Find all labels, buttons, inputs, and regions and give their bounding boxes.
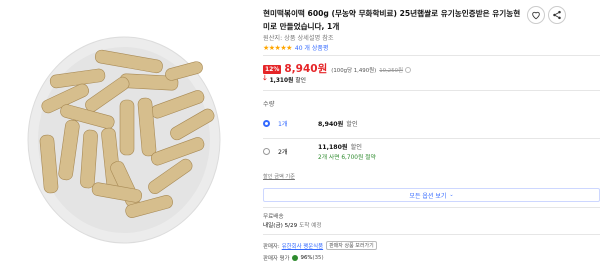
- coupon-discount: 🡓 1,310원 할인: [263, 74, 306, 85]
- delivery-date-note: 도착 예정: [299, 223, 322, 229]
- review-count-link[interactable]: 40 개 상품평: [295, 43, 329, 52]
- all-options-label: 모든 옵션 보기: [409, 192, 447, 200]
- chevron-down-icon: ⌄: [449, 192, 454, 198]
- option-name: 2개: [278, 149, 288, 156]
- quantity-label: 수량: [263, 101, 275, 108]
- seller-products-button[interactable]: 판매자 상품 보러가기: [326, 241, 377, 250]
- divider: [263, 55, 600, 56]
- divider: [263, 234, 600, 235]
- heart-icon: [532, 11, 540, 20]
- delivery-date-value: 내일(금) 5/29: [263, 223, 298, 229]
- share-button[interactable]: [548, 6, 566, 24]
- seller-rating-label: 판매자 평가: [263, 256, 290, 262]
- divider: [263, 90, 600, 91]
- info-icon[interactable]: [405, 67, 412, 73]
- share-icon: [553, 10, 561, 20]
- delivery-date: 내일(금) 5/29 도착 예정: [263, 221, 322, 229]
- product-title: 현미떡볶이떡 600g (무농약 무화학비료) 25년햅쌀로 유기농인증받은 유…: [263, 9, 521, 31]
- seller-rating-row: 판매자 평가 96% (35): [263, 254, 324, 262]
- seller-name-link[interactable]: 유한회사 팽운식품: [282, 242, 323, 250]
- unit-price: (100g당 1,490원): [331, 68, 377, 74]
- discount-badge: 12%: [263, 65, 282, 74]
- coupon-label: 할인: [295, 78, 306, 84]
- shipping-label: 무료배송: [263, 214, 284, 220]
- rating-row[interactable]: ★★★★★ 40 개 상품평: [263, 43, 329, 53]
- price-criteria-link[interactable]: 할인 금액 기준: [263, 173, 295, 180]
- smile-icon: [291, 255, 298, 261]
- like-button[interactable]: [527, 6, 545, 24]
- rating-stars: ★★★★★: [263, 43, 292, 52]
- quantity-option-2[interactable]: 2개 11,180원 할인 2개 사면 6,700원 절약: [263, 142, 600, 168]
- option-savings: 2개 사면 6,700원 절약: [318, 155, 376, 161]
- radio-button-selected[interactable]: [263, 120, 270, 127]
- product-image[interactable]: [0, 0, 255, 277]
- product-info-panel: 현미떡볶이떡 600g (무농약 무화학비료) 25년햅쌀로 유기농인증받은 유…: [263, 0, 600, 277]
- divider: [263, 138, 600, 139]
- seller-rating-value: 96%: [300, 255, 313, 261]
- seller-label: 판매자:: [263, 243, 280, 250]
- quantity-option-1[interactable]: 1개 8,940원 할인: [263, 116, 600, 138]
- option-price: 8,940원 할인: [318, 119, 358, 128]
- option-name: 1개: [278, 121, 288, 128]
- option-price-value: 11,180원: [318, 144, 348, 151]
- option-discount-label: 할인: [350, 144, 362, 151]
- seller-rating-count: (35): [312, 255, 324, 261]
- original-price: 10,250원: [379, 68, 404, 74]
- down-arrow-icon: 🡓: [263, 74, 267, 82]
- option-discount-label: 할인: [346, 121, 358, 128]
- coupon-amount: 1,310원: [269, 78, 294, 84]
- option-price: 11,180원 할인: [318, 142, 362, 151]
- divider: [263, 207, 600, 208]
- all-options-button[interactable]: 모든 옵션 보기 ⌄: [263, 188, 600, 202]
- origin-info: 원산지: 상품 상세설명 참조: [263, 35, 334, 42]
- rice-cake-plate-image: [27, 36, 221, 244]
- radio-button[interactable]: [263, 148, 270, 155]
- seller-row: 판매자: 유한회사 팽운식품 판매자 상품 보러가기: [263, 241, 377, 250]
- option-price-value: 8,940원: [318, 121, 344, 128]
